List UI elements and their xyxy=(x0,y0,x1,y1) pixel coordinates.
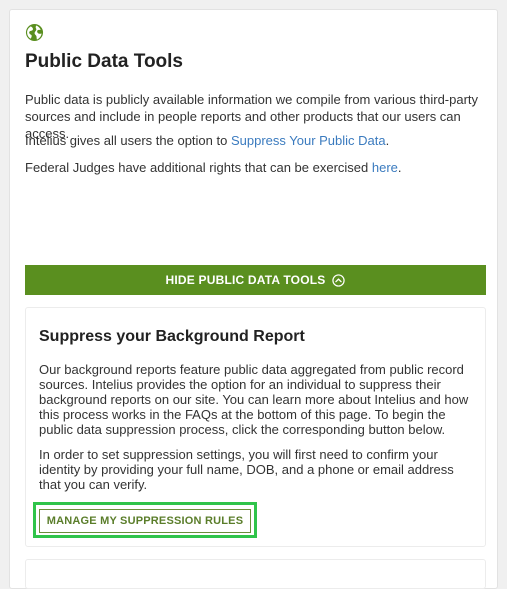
hide-button-label: HIDE PUBLIC DATA TOOLS xyxy=(165,273,326,287)
judges-here-link[interactable]: here xyxy=(372,160,398,175)
suppress-info-suffix: . xyxy=(385,133,390,148)
globe-icon xyxy=(25,23,44,42)
identity-confirmation-text: In order to set suppression settings, yo… xyxy=(39,447,454,492)
manage-suppression-rules-button[interactable]: MANAGE MY SUPPRESSION RULES xyxy=(39,509,251,533)
page-title: Public Data Tools xyxy=(25,51,184,72)
suppress-info-prefix: Intelius gives all users the option to xyxy=(25,133,231,148)
suppress-public-data-link[interactable]: Suppress Your Public Data xyxy=(231,133,386,148)
judges-info-prefix: Federal Judges have additional rights th… xyxy=(25,160,372,175)
suppress-report-title: Suppress your Background Report xyxy=(39,328,305,345)
hide-public-data-tools-button[interactable]: HIDE PUBLIC DATA TOOLS xyxy=(25,265,486,295)
suppress-report-description: Our background reports feature public da… xyxy=(39,362,469,437)
judges-info-suffix: . xyxy=(397,160,402,175)
judges-info-text: Federal Judges have additional rights th… xyxy=(25,159,490,176)
public-data-tools-card: Public Data Tools Public data is publicl… xyxy=(9,9,498,589)
suppress-info-text: Intelius gives all users the option to S… xyxy=(25,132,490,149)
chevron-up-circle-icon xyxy=(332,273,346,287)
next-panel xyxy=(25,559,486,589)
suppress-report-panel: Suppress your Background Report Our back… xyxy=(25,307,486,547)
